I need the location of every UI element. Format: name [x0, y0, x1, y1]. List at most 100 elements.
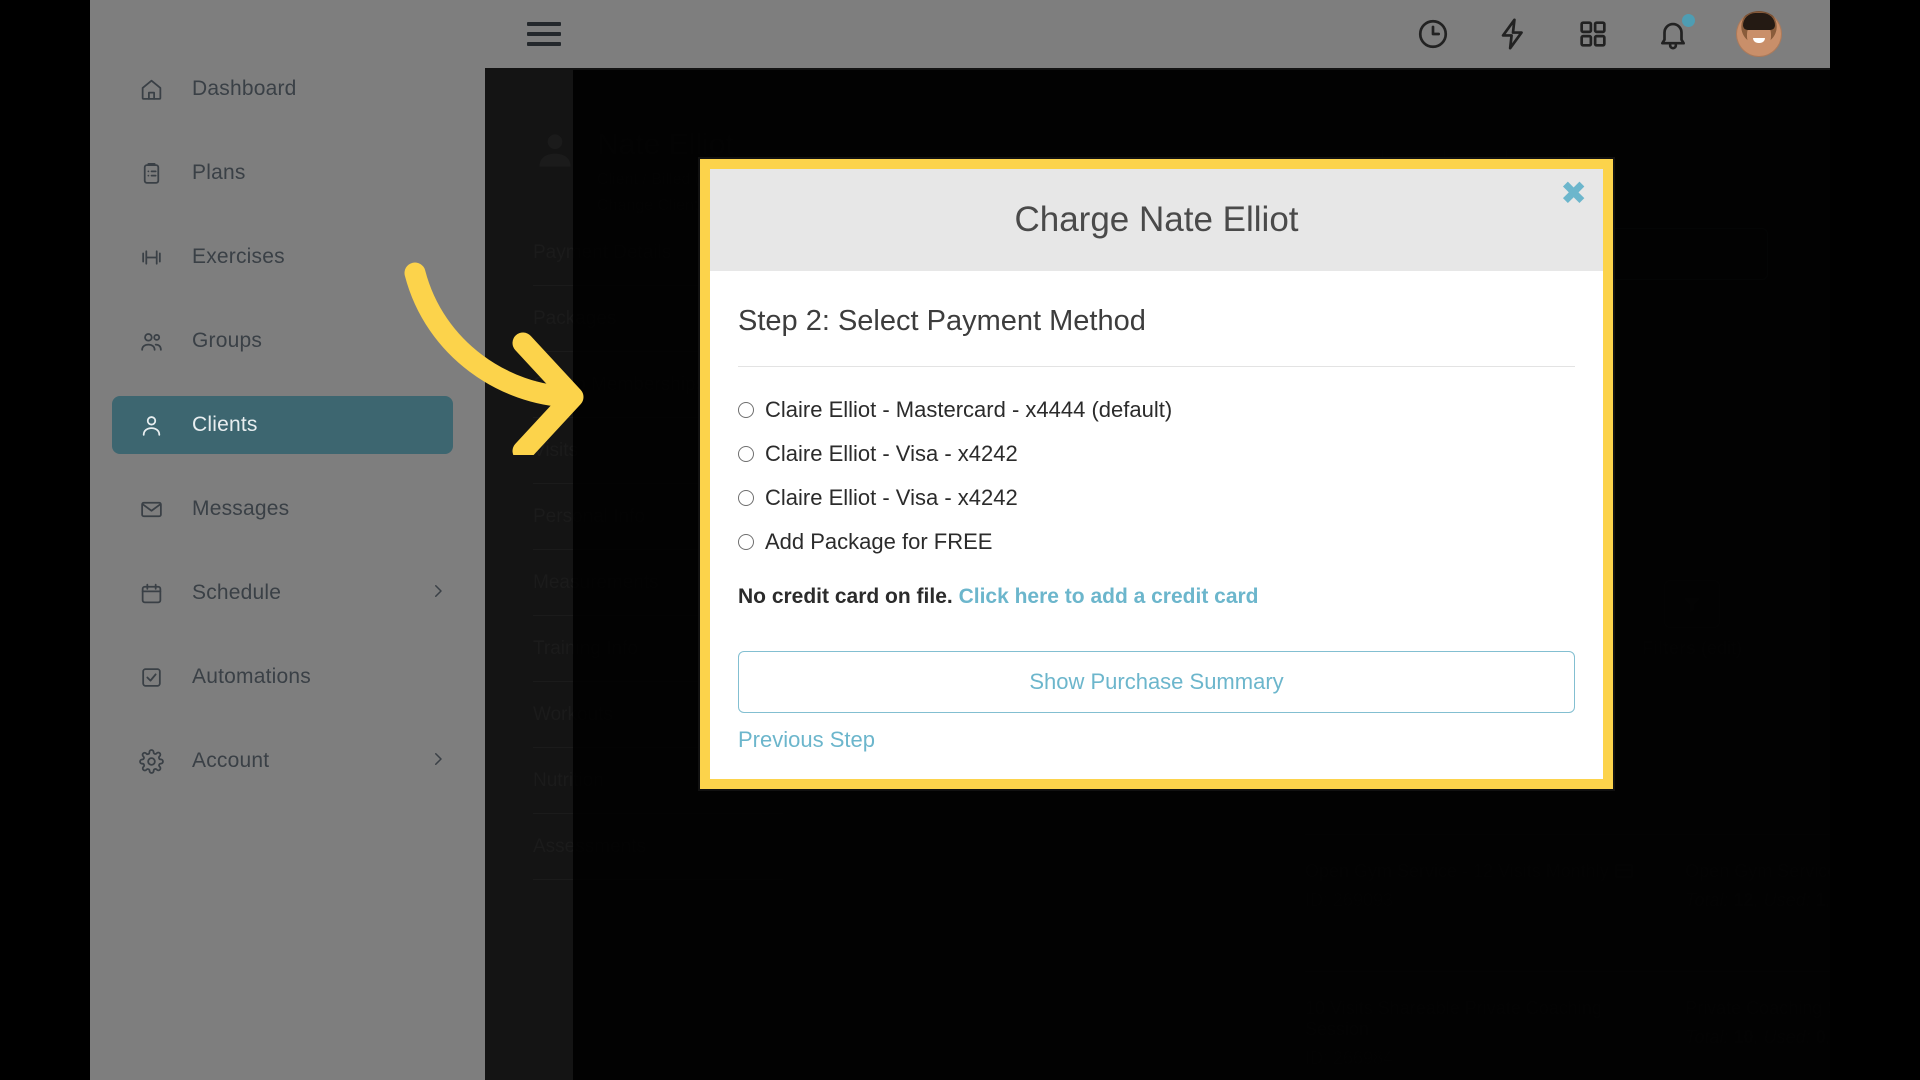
show-purchase-summary-button[interactable]: Show Purchase Summary	[738, 651, 1575, 713]
sidebar-item-dashboard[interactable]: Dashboard	[112, 60, 453, 118]
sidebar-item-messages[interactable]: Messages	[112, 480, 453, 538]
no-credit-card-text: No credit card on file.	[738, 585, 953, 608]
package-name: 10 Visits Shareable Private Coaching Ses…	[1305, 997, 1602, 1039]
topbar	[485, 0, 1830, 70]
modal-header: Charge Nate Elliot ✖	[710, 169, 1603, 271]
package-name-cell: Open Gym Service - 12 Visits Monthly ID: …	[1305, 861, 1685, 945]
table-header: Usable Location	[1305, 790, 1830, 834]
avatar[interactable]	[1736, 11, 1782, 57]
person-icon	[134, 408, 168, 442]
payment-option-0[interactable]: Claire Elliot - Mastercard - x4444 (defa…	[738, 397, 1575, 423]
sidebar-item-schedule[interactable]: Schedule	[112, 564, 453, 622]
package-id: ID: 269093	[1305, 889, 1394, 910]
sidebar-item-groups[interactable]: Groups	[112, 312, 453, 370]
packages-table: Usable Location Open Gym Service - 12 Vi…	[1305, 790, 1830, 1080]
sidebar-item-clients[interactable]: Clients	[112, 396, 453, 454]
step-title: Step 2: Select Payment Method	[738, 305, 1146, 337]
radio-button[interactable]	[738, 534, 754, 550]
payment-option-label: Claire Elliot - Visa - x4242	[765, 485, 1018, 510]
payment-option-3[interactable]: Add Package for FREE	[738, 529, 1575, 555]
no-credit-card-notice: No credit card on file. Click here to ad…	[738, 585, 1575, 609]
filters-edit-link[interactable]: (edit)	[1701, 638, 1742, 658]
page-title: Nate Elliot	[597, 128, 734, 161]
total-label: Total:	[1685, 1026, 1729, 1047]
sidebar-item-label: Account	[192, 749, 270, 772]
package-name: Open Gym Service - 12 Visits Monthly	[1305, 860, 1609, 881]
checkbox-icon	[134, 660, 168, 694]
radio-button[interactable]	[738, 490, 754, 506]
notification-badge	[1682, 14, 1695, 27]
hamburger-icon[interactable]	[527, 22, 561, 46]
chevron-right-icon[interactable]	[429, 582, 447, 605]
used-value: 0	[1815, 1026, 1826, 1047]
package-usage-cell: Open Gym Service:Total: 12, Used: 1, Rem…	[1685, 861, 1830, 945]
topbar-actions	[1416, 11, 1782, 57]
package-name-cell: 10 Visits Shareable Private Coaching Ses…	[1305, 998, 1685, 1080]
filter-icon[interactable]	[1663, 580, 1720, 628]
sidebar-item-automations[interactable]: Automations	[112, 648, 453, 706]
grid-apps-icon[interactable]	[1576, 17, 1610, 51]
payment-method-options: Claire Elliot - Mastercard - x4444 (defa…	[738, 397, 1575, 555]
sidebar-item-label: Messages	[192, 497, 290, 520]
total-label: Total:	[1685, 889, 1729, 910]
bell-icon[interactable]	[1656, 14, 1695, 51]
home-icon	[134, 72, 168, 106]
add-credit-card-link[interactable]: Click here to add a credit card	[959, 585, 1259, 608]
client-tab-assessments[interactable]: Assessments	[533, 814, 783, 880]
filters-text: Filters	[1641, 638, 1696, 658]
payment-option-label: Add Package for FREE	[765, 529, 993, 554]
payment-option-1[interactable]: Claire Elliot - Visa - x4242	[738, 441, 1575, 467]
dumbbell-icon	[134, 240, 168, 274]
clipboard-icon	[134, 156, 168, 190]
used-value: 1	[1815, 889, 1826, 910]
used-label: Used:	[1763, 889, 1811, 910]
table-row[interactable]: Open Gym Service - 12 Visits Monthly ID: …	[1305, 833, 1830, 971]
service-name: Open Gym Service:	[1685, 860, 1830, 881]
charge-client-modal: Charge Nate Elliot ✖ Step 2: Select Paym…	[700, 159, 1613, 789]
total-value: 12	[1733, 889, 1754, 910]
sidebar-item-label: Automations	[192, 665, 311, 688]
lightning-bolt-icon[interactable]	[1496, 17, 1530, 51]
envelope-icon	[134, 492, 168, 526]
payment-option-2[interactable]: Claire Elliot - Visa - x4242	[738, 485, 1575, 511]
credit-card-icon	[1614, 863, 1633, 878]
filters-label: Filters (edit)	[1642, 638, 1742, 659]
divider	[738, 366, 1575, 367]
calendar-icon	[134, 576, 168, 610]
modal-body: Step 2: Select Payment Method Claire Ell…	[710, 271, 1603, 779]
radio-button[interactable]	[738, 402, 754, 418]
sidebar-item-exercises[interactable]: Exercises	[112, 228, 453, 286]
sidebar-item-label: Schedule	[192, 581, 282, 604]
payment-option-label: Claire Elliot - Mastercard - x4444 (defa…	[765, 397, 1173, 422]
sidebar-item-label: Groups	[192, 329, 263, 352]
screen-root: Dashboard Plans Exercises Groups Clients Mess…	[0, 0, 1920, 1080]
sidebar-item-plans[interactable]: Plans	[112, 144, 453, 202]
sidebar: Dashboard Plans Exercises Groups Clients Mess…	[90, 0, 485, 1080]
previous-step-link[interactable]: Previous Step	[738, 727, 1575, 753]
modal-title: Charge Nate Elliot	[1014, 200, 1299, 239]
package-id: ID: 266984	[1305, 1047, 1394, 1068]
sidebar-item-label: Plans	[192, 161, 246, 184]
service-name: Private Coaching Session:	[1685, 997, 1830, 1018]
package-usage-cell: Private Coaching Session:Total: 10, Used…	[1685, 998, 1830, 1080]
gear-icon	[134, 744, 168, 778]
used-label: Used:	[1763, 1026, 1811, 1047]
payment-option-label: Claire Elliot - Visa - x4242	[765, 441, 1018, 466]
sidebar-item-label: Dashboard	[192, 77, 297, 100]
close-icon[interactable]: ✖	[1560, 177, 1587, 209]
sidebar-item-label: Clients	[192, 413, 258, 436]
radio-button[interactable]	[738, 446, 754, 462]
sidebar-item-label: Exercises	[192, 245, 285, 268]
sidebar-item-account[interactable]: Account	[112, 732, 453, 790]
table-row[interactable]: 10 Visits Shareable Private Coaching Ses…	[1305, 970, 1830, 1080]
clock-icon[interactable]	[1416, 17, 1450, 51]
chevron-right-icon[interactable]	[429, 750, 447, 773]
